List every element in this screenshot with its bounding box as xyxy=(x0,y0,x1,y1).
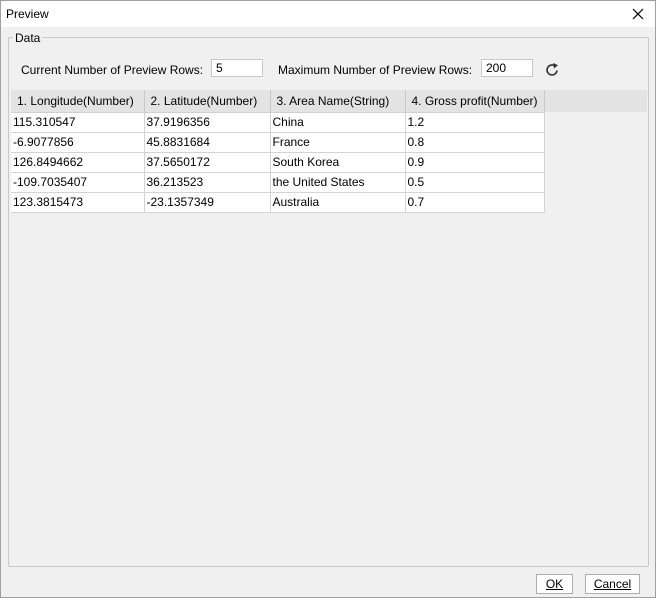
table-row[interactable]: -109.7035407 36.213523 the United States… xyxy=(11,172,545,193)
table-cell[interactable]: 0.9 xyxy=(405,152,545,173)
title-bar: Preview xyxy=(1,1,655,27)
table-cell[interactable]: -6.9077856 xyxy=(11,132,145,153)
refresh-button[interactable] xyxy=(542,60,562,80)
table-cell[interactable]: 126.8494662 xyxy=(11,152,145,173)
cancel-button[interactable]: Cancel xyxy=(585,574,640,594)
table-row[interactable]: 123.3815473 -23.1357349 Australia 0.7 xyxy=(11,192,545,213)
refresh-icon xyxy=(546,63,558,76)
column-header-gross-profit[interactable]: 4. Gross profit(Number) xyxy=(405,90,545,113)
table-cell[interactable]: 0.7 xyxy=(405,192,545,213)
column-header-area-name[interactable]: 3. Area Name(String) xyxy=(270,90,406,113)
current-rows-label: Current Number of Preview Rows: xyxy=(21,63,204,77)
data-group-legend: Data xyxy=(13,31,43,45)
max-rows-input[interactable] xyxy=(481,59,533,77)
table-cell[interactable]: 0.8 xyxy=(405,132,545,153)
column-header-longitude[interactable]: 1. Longitude(Number) xyxy=(11,90,145,113)
table-cell[interactable]: 115.310547 xyxy=(11,112,145,133)
table-cell[interactable]: the United States xyxy=(270,172,406,193)
preview-dialog: Preview Data Current Number of Preview R… xyxy=(0,0,656,598)
close-button[interactable] xyxy=(621,1,655,27)
preview-table: 1. Longitude(Number) 2. Latitude(Number)… xyxy=(11,90,545,213)
table-header-row: 1. Longitude(Number) 2. Latitude(Number)… xyxy=(11,90,545,113)
max-rows-label: Maximum Number of Preview Rows: xyxy=(278,63,473,77)
table-row[interactable]: -6.9077856 45.8831684 France 0.8 xyxy=(11,132,545,153)
table-cell[interactable]: France xyxy=(270,132,406,153)
table-cell[interactable]: 36.213523 xyxy=(144,172,271,193)
table-cell[interactable]: South Korea xyxy=(270,152,406,173)
current-rows-input[interactable] xyxy=(211,59,263,77)
table-cell[interactable]: Australia xyxy=(270,192,406,213)
table-cell[interactable]: China xyxy=(270,112,406,133)
table-cell[interactable]: -23.1357349 xyxy=(144,192,271,213)
close-icon xyxy=(632,8,644,20)
preview-table-area: 1. Longitude(Number) 2. Latitude(Number)… xyxy=(11,90,647,564)
table-cell[interactable]: 37.9196356 xyxy=(144,112,271,133)
table-row[interactable]: 126.8494662 37.5650172 South Korea 0.9 xyxy=(11,152,545,173)
window-title: Preview xyxy=(6,7,49,21)
table-cell[interactable]: 0.5 xyxy=(405,172,545,193)
table-cell[interactable]: 1.2 xyxy=(405,112,545,133)
ok-button[interactable]: OK xyxy=(536,574,573,594)
table-cell[interactable]: 123.3815473 xyxy=(11,192,145,213)
table-cell[interactable]: 37.5650172 xyxy=(144,152,271,173)
table-cell[interactable]: -109.7035407 xyxy=(11,172,145,193)
table-cell[interactable]: 45.8831684 xyxy=(144,132,271,153)
table-row[interactable]: 115.310547 37.9196356 China 1.2 xyxy=(11,112,545,133)
column-header-latitude[interactable]: 2. Latitude(Number) xyxy=(144,90,271,113)
